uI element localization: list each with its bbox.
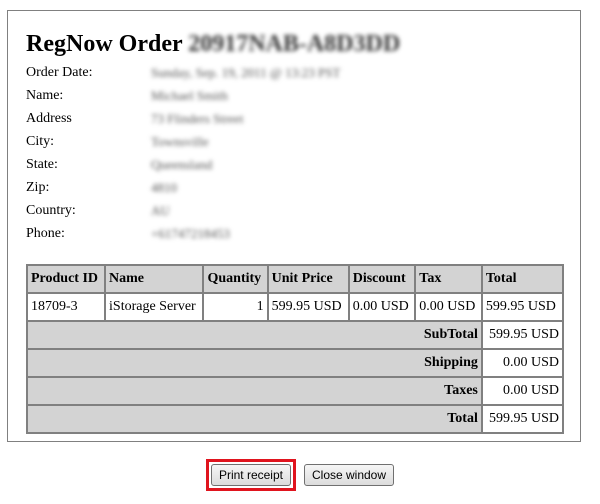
cell-name: iStorage Server <box>105 293 204 321</box>
button-bar: Print receipt Close window <box>0 459 600 491</box>
col-tax: Tax <box>415 265 482 293</box>
address-label: Address <box>26 111 72 126</box>
table-header-row: Product ID Name Quantity Unit Price Disc… <box>27 265 563 293</box>
phone-label: Phone: <box>26 226 65 241</box>
total-label: Total <box>27 405 482 433</box>
cell-product-id: 18709-3 <box>27 293 106 321</box>
address-value: 73 Flinders Street <box>151 111 244 126</box>
zip-label: Zip: <box>26 180 50 195</box>
cell-quantity: 1 <box>203 293 268 321</box>
country-label: Country: <box>26 203 76 218</box>
title-prefix: RegNow Order <box>26 31 183 57</box>
cell-total: 599.95 USD <box>481 293 563 321</box>
summary-row: SubTotal 599.95 USD <box>27 321 563 349</box>
detail-row: City: Townsville <box>26 134 340 157</box>
city-value: Townsville <box>151 134 209 149</box>
name-label: Name: <box>26 88 64 103</box>
detail-row: Country: AU <box>26 203 340 226</box>
customer-details: Order Date: Sunday, Sep. 19, 2011 @ 13:2… <box>26 65 340 249</box>
cell-tax: 0.00 USD <box>415 293 482 321</box>
taxes-label: Taxes <box>27 377 482 405</box>
cell-unit-price: 599.95 USD <box>267 293 349 321</box>
col-quantity: Quantity <box>203 265 268 293</box>
cell-discount: 0.00 USD <box>348 293 416 321</box>
order-items-table: Product ID Name Quantity Unit Price Disc… <box>26 264 564 434</box>
country-value: AU <box>151 203 170 218</box>
city-label: City: <box>26 134 55 149</box>
summary-row: Taxes 0.00 USD <box>27 377 563 405</box>
page-title: RegNow Order 20917NAB-A8D3DD <box>26 31 400 58</box>
zip-value: 4810 <box>151 180 177 195</box>
print-button-highlight: Print receipt <box>205 459 296 491</box>
phone-value: +61747218453 <box>151 226 230 241</box>
order-date-value: Sunday, Sep. 19, 2011 @ 13:23 PST <box>151 65 341 80</box>
summary-row: Total 599.95 USD <box>27 405 563 433</box>
state-value: Queensland <box>151 157 213 172</box>
col-name: Name <box>105 265 204 293</box>
col-total: Total <box>481 265 563 293</box>
subtotal-value: 599.95 USD <box>481 321 563 349</box>
detail-row: Address 73 Flinders Street <box>26 111 340 134</box>
subtotal-label: SubTotal <box>27 321 482 349</box>
col-unit-price: Unit Price <box>267 265 349 293</box>
taxes-value: 0.00 USD <box>481 377 563 405</box>
detail-row: State: Queensland <box>26 157 340 180</box>
close-window-button[interactable]: Close window <box>303 464 395 486</box>
table-row: 18709-3 iStorage Server 1 599.95 USD 0.0… <box>27 293 563 321</box>
col-discount: Discount <box>348 265 416 293</box>
shipping-label: Shipping <box>27 349 482 377</box>
order-date-label: Order Date: <box>26 65 93 80</box>
detail-row: Order Date: Sunday, Sep. 19, 2011 @ 13:2… <box>26 65 340 88</box>
total-value: 599.95 USD <box>481 405 563 433</box>
summary-row: Shipping 0.00 USD <box>27 349 563 377</box>
state-label: State: <box>26 157 58 172</box>
detail-row: Zip: 4810 <box>26 180 340 203</box>
order-id: 20917NAB-A8D3DD <box>188 31 401 57</box>
col-product-id: Product ID <box>27 265 106 293</box>
shipping-value: 0.00 USD <box>481 349 563 377</box>
print-receipt-button[interactable]: Print receipt <box>210 464 291 486</box>
detail-row: Phone: +61747218453 <box>26 226 340 249</box>
detail-row: Name: Michael Smith <box>26 88 340 111</box>
name-value: Michael Smith <box>151 88 228 103</box>
